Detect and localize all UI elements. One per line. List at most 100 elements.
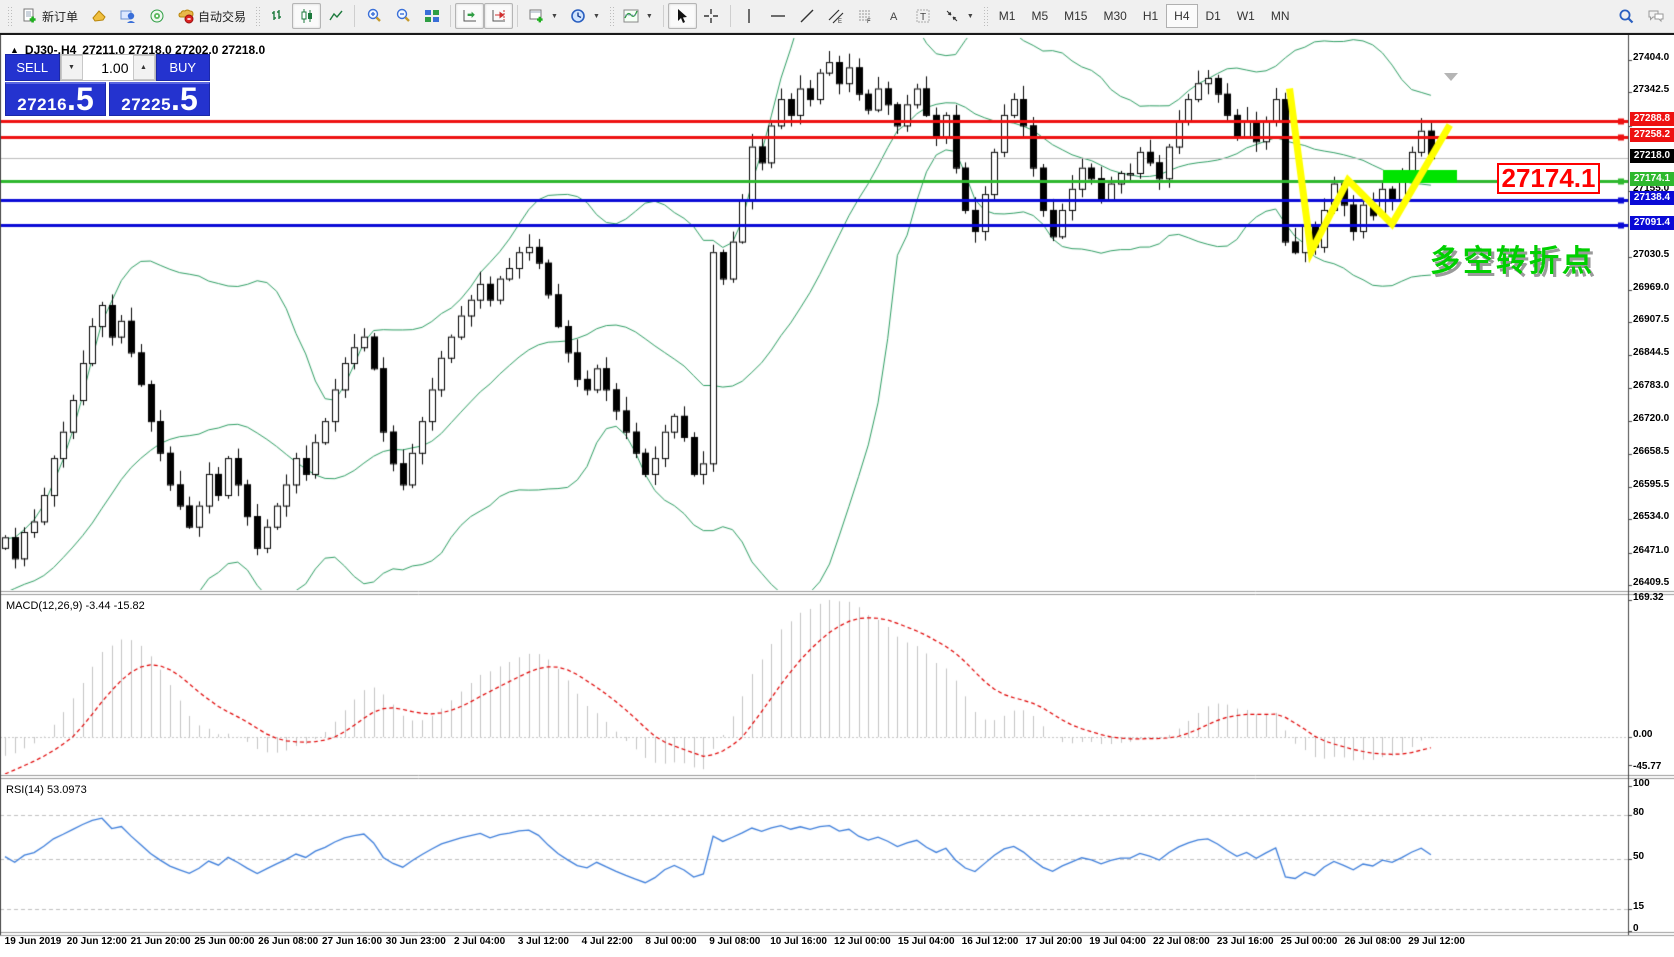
cursor-tool-button[interactable]	[668, 3, 697, 29]
letter-t-boxed-icon: T	[915, 8, 932, 25]
timeframe-button-m5[interactable]: M5	[1023, 4, 1056, 28]
candlestick-mode-button[interactable]	[292, 3, 321, 29]
indicators-button[interactable]: ▼	[617, 3, 659, 29]
timeframe-button-h4[interactable]: H4	[1166, 4, 1197, 28]
macd-axis-label: 169.32	[1633, 592, 1664, 603]
charts-list-button[interactable]	[84, 3, 113, 29]
zoom-out-button[interactable]	[388, 3, 417, 29]
buy-price-button[interactable]: 27225 .5	[109, 82, 210, 116]
line-chart-mode-button[interactable]	[321, 3, 350, 29]
chat-icon	[1647, 8, 1664, 25]
crosshair-tool-button[interactable]	[697, 3, 726, 29]
timeframe-button-h1[interactable]: H1	[1135, 4, 1166, 28]
rsi-indicator-label: RSI(14) 53.0973	[6, 784, 87, 796]
sell-price-pips: .5	[67, 84, 94, 114]
timeframe-button-m1[interactable]: M1	[991, 4, 1024, 28]
dropdown-arrow-icon: ▼	[551, 13, 558, 20]
toolbar-drag-handle[interactable]	[609, 6, 614, 26]
sell-price-button[interactable]: 27216 .5	[5, 82, 106, 116]
price-flag-27258.2: 27258.2	[1630, 128, 1674, 142]
chart-canvas[interactable]	[0, 35, 1674, 957]
tile-windows-button[interactable]	[417, 3, 446, 29]
candlestick-icon	[298, 8, 315, 25]
toolbar-drag-handle[interactable]	[7, 6, 12, 26]
price-callout-box[interactable]: 27174.1	[1497, 163, 1600, 194]
autotrading-icon	[177, 8, 194, 25]
volume-input[interactable]	[83, 55, 133, 80]
data-window-button[interactable]	[142, 3, 171, 29]
price-tick-label: 27404.0	[1633, 52, 1669, 63]
time-axis-label: 20 Jun 12:00	[62, 936, 132, 947]
chat-button[interactable]	[1641, 3, 1670, 29]
fibonacci-tool-button[interactable]: F	[851, 3, 880, 29]
timeframe-button-m30[interactable]: M30	[1095, 4, 1134, 28]
time-axis-label: 19 Jul 04:00	[1083, 936, 1153, 947]
timeframe-button-m15[interactable]: M15	[1056, 4, 1095, 28]
time-axis-label: 16 Jul 12:00	[955, 936, 1025, 947]
timeframe-button-w1[interactable]: W1	[1229, 4, 1263, 28]
chart-shift-marker-icon[interactable]	[1444, 73, 1458, 81]
autotrading-button[interactable]: 自动交易	[171, 3, 252, 29]
vertical-line-tool-button[interactable]	[735, 3, 764, 29]
toolbar-drag-handle[interactable]	[983, 6, 988, 26]
price-tick-label: 26409.5	[1633, 577, 1669, 588]
period-preset-button[interactable]: ▼	[564, 3, 606, 29]
time-axis-label: 23 Jul 16:00	[1210, 936, 1280, 947]
profiles-icon	[119, 8, 136, 25]
bar-chart-icon	[269, 8, 286, 25]
indicators-icon	[623, 8, 640, 25]
time-axis-label: 2 Jul 04:00	[445, 936, 515, 947]
dropdown-arrow-icon: ▼	[646, 13, 653, 20]
volume-decrease-button[interactable]: ▼	[61, 55, 83, 80]
horizontal-line-icon	[770, 8, 787, 25]
time-axis-label: 3 Jul 12:00	[508, 936, 578, 947]
time-axis-label: 19 Jun 2019	[0, 936, 68, 947]
time-axis-label: 8 Jul 00:00	[636, 936, 706, 947]
dropdown-arrow-icon: ▼	[593, 13, 600, 20]
volume-increase-button[interactable]: ▲	[133, 55, 155, 80]
fibonacci-icon: F	[857, 8, 874, 25]
zoom-in-button[interactable]	[359, 3, 388, 29]
trendline-icon	[799, 8, 816, 25]
text-label-tool-button[interactable]: A	[880, 3, 909, 29]
horizontal-line-tool-button[interactable]	[764, 3, 793, 29]
time-axis-label: 4 Jul 22:00	[572, 936, 642, 947]
new-order-button[interactable]: 新订单	[15, 3, 84, 29]
cursor-arrow-icon	[674, 8, 691, 25]
data-window-icon	[148, 8, 165, 25]
equidistant-channel-tool-button[interactable]: E	[822, 3, 851, 29]
new-chart-button[interactable]: ▼	[522, 3, 564, 29]
macd-axis-label: 0.00	[1633, 729, 1652, 740]
timeframe-button-mn[interactable]: MN	[1263, 4, 1298, 28]
time-axis-label: 30 Jun 23:00	[381, 936, 451, 947]
time-axis-label: 21 Jun 20:00	[126, 936, 196, 947]
text-tool-button[interactable]: T	[909, 3, 938, 29]
time-axis-label: 9 Jul 08:00	[700, 936, 770, 947]
new-order-label: 新订单	[42, 8, 78, 25]
toolbar-drag-handle[interactable]	[255, 6, 260, 26]
turning-point-annotation[interactable]: 多空转折点	[1430, 236, 1595, 280]
chart-window: ▲ DJ30-,H4 27211.0 27218.0 27202.0 27218…	[0, 33, 1674, 957]
price-flag-27174.1: 27174.1	[1630, 172, 1674, 186]
chart-shift-button[interactable]	[484, 3, 513, 29]
time-axis-label: 25 Jun 00:00	[189, 936, 259, 947]
sell-button[interactable]: SELL	[5, 54, 60, 81]
trendline-tool-button[interactable]	[793, 3, 822, 29]
buy-button[interactable]: BUY	[156, 54, 211, 81]
zoom-in-icon	[365, 8, 382, 25]
macd-indicator-label: MACD(12,26,9) -3.44 -15.82	[6, 600, 145, 612]
timeframe-button-d1[interactable]: D1	[1198, 4, 1229, 28]
arrows-tool-button[interactable]: ▼	[938, 3, 980, 29]
macd-axis-label: -45.77	[1633, 761, 1661, 772]
time-axis-label: 27 Jun 16:00	[317, 936, 387, 947]
profiles-button[interactable]	[113, 3, 142, 29]
search-button[interactable]	[1612, 3, 1641, 29]
search-icon	[1618, 8, 1635, 25]
tile-windows-icon	[423, 8, 440, 25]
svg-text:A: A	[890, 11, 898, 23]
line-chart-icon	[327, 8, 344, 25]
price-tick-label: 27030.5	[1633, 249, 1669, 260]
auto-scroll-button[interactable]	[455, 3, 484, 29]
rsi-axis-label: 0	[1633, 923, 1639, 934]
bar-chart-mode-button[interactable]	[263, 3, 292, 29]
